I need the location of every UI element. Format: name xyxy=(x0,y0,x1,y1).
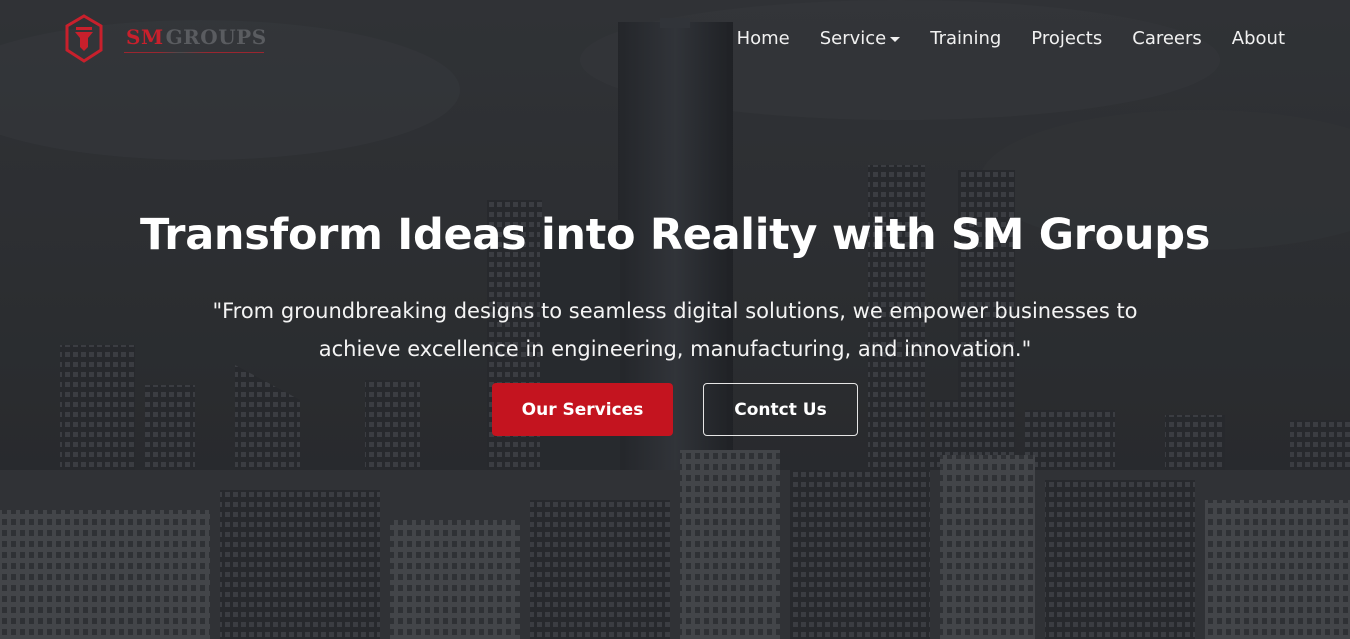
contact-us-button[interactable]: Contct Us xyxy=(703,383,858,436)
nav-projects-label: Projects xyxy=(1031,28,1103,49)
nav-training[interactable]: Training xyxy=(915,28,1016,49)
hero-title: Transform Ideas into Reality with SM Gro… xyxy=(140,210,1210,260)
nav-careers-label: Careers xyxy=(1132,28,1202,49)
nav-about[interactable]: About xyxy=(1217,28,1300,49)
our-services-label: Our Services xyxy=(521,399,644,420)
nav-menu: Home Service Training Projects Careers A… xyxy=(722,28,1300,49)
nav-projects[interactable]: Projects xyxy=(1016,28,1117,49)
hero-subtitle: "From groundbreaking designs to seamless… xyxy=(212,299,1138,361)
contact-us-label: Contct Us xyxy=(734,399,827,420)
nav-service-label: Service xyxy=(819,28,887,49)
shield-logo-icon xyxy=(65,14,103,63)
our-services-button[interactable]: Our Services xyxy=(492,383,673,436)
caret-down-icon xyxy=(890,36,901,42)
nav-about-label: About xyxy=(1231,28,1285,49)
brand-underline xyxy=(124,52,264,53)
brand-name: SM GROUPS xyxy=(126,25,267,49)
navbar: SM GROUPS Home Service Training Projects … xyxy=(0,0,1350,80)
nav-home[interactable]: Home xyxy=(722,28,805,49)
nav-training-label: Training xyxy=(930,28,1002,49)
brand-name-groups: GROUPS xyxy=(165,25,267,49)
brand-logo[interactable]: SM GROUPS xyxy=(64,14,274,64)
nav-home-label: Home xyxy=(736,28,790,49)
hero-section: SM GROUPS Home Service Training Projects … xyxy=(0,0,1350,639)
nav-careers[interactable]: Careers xyxy=(1117,28,1217,49)
brand-name-sm: SM xyxy=(126,25,164,49)
nav-service-dropdown[interactable]: Service xyxy=(805,28,916,49)
